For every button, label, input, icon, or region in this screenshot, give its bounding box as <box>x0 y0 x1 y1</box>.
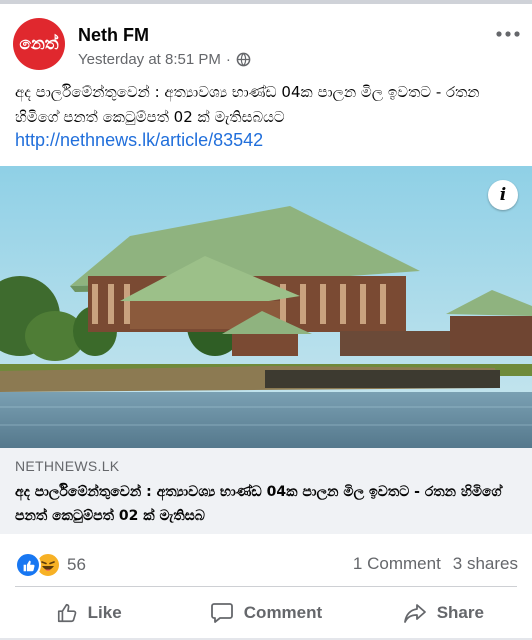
shares-count-link[interactable]: 3 shares <box>453 554 518 574</box>
share-label: Share <box>436 603 484 622</box>
post-meta: Yesterday at 8:51 PM · <box>78 51 251 68</box>
top-separator <box>0 0 532 4</box>
actions-divider <box>15 586 517 587</box>
link-title[interactable]: අද පාර්ලිමේන්තුවෙන් : අත්‍යාවශ්‍ය භාණ්ඩ … <box>15 480 520 528</box>
link-preview-image[interactable]: i <box>0 166 532 448</box>
thumbs-up-icon <box>57 603 76 623</box>
comments-count-link[interactable]: 1 Comment <box>353 554 441 574</box>
comment-button[interactable]: Comment <box>177 590 354 636</box>
like-reaction-icon <box>15 552 41 578</box>
share-button[interactable]: Share <box>355 590 532 636</box>
share-arrow-icon <box>403 604 426 623</box>
reaction-count: 56 <box>67 555 86 574</box>
post-actions: Like Comment Share <box>0 590 532 636</box>
meta-separator: · <box>225 51 231 68</box>
comment-bubble-icon <box>210 603 233 623</box>
post-stats: 56 1 Comment 3 shares <box>0 534 532 586</box>
post-header: නෙත් Neth FM Yesterday at 8:51 PM · <box>0 8 532 72</box>
ellipsis-icon <box>496 31 520 37</box>
post-link[interactable]: http://nethnews.lk/article/83542 <box>15 130 263 151</box>
avatar-text: නෙත් <box>19 34 59 54</box>
like-label: Like <box>87 603 122 622</box>
link-domain: NETHNEWS.LK <box>15 458 120 474</box>
reactions-summary[interactable]: 56 <box>15 552 86 578</box>
info-icon[interactable]: i <box>488 180 518 210</box>
more-options-button[interactable] <box>496 22 520 40</box>
comments-shares: 1 Comment 3 shares <box>353 554 518 574</box>
page-avatar[interactable]: නෙත් <box>13 18 65 70</box>
comment-label: Comment <box>243 603 323 622</box>
page-name-link[interactable]: Neth FM <box>78 25 149 46</box>
like-button[interactable]: Like <box>0 590 177 636</box>
parliament-photo <box>0 166 532 448</box>
globe-icon[interactable] <box>236 52 251 67</box>
post-timestamp[interactable]: Yesterday at 8:51 PM <box>78 51 221 68</box>
link-preview-card[interactable]: NETHNEWS.LK අද පාර්ලිමේන්තුවෙන් : අත්‍යා… <box>0 448 532 534</box>
post-text: අද පාර්ලිමේන්තුවෙන් : අත්‍යාවශ්‍ය භාණ්ඩ … <box>15 83 480 126</box>
